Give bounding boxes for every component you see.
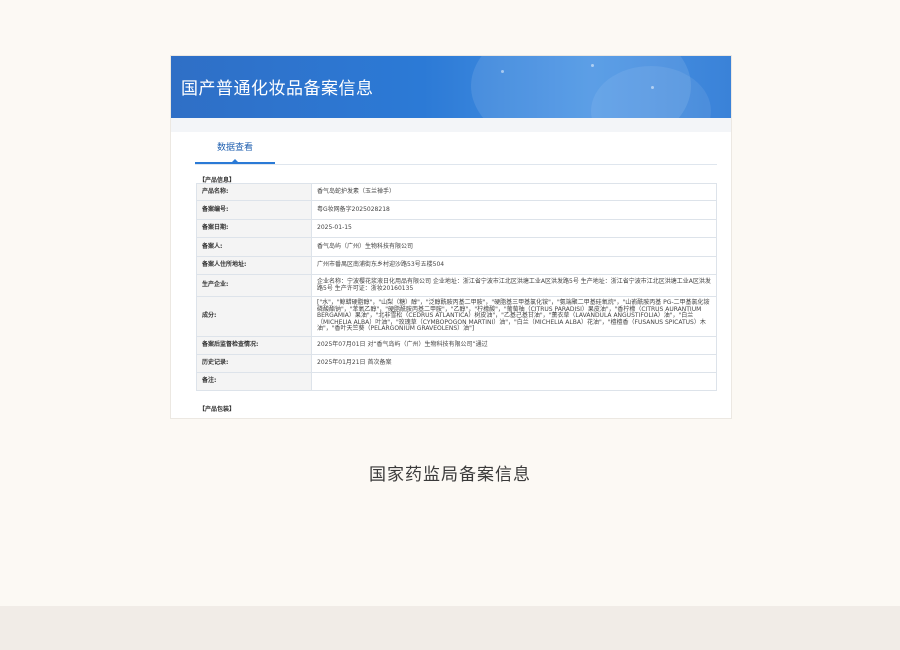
table-row: 成分: ["水"，"鲸蜡硬脂醇"，"山梨（糖）醇"，"泛醇酰胺丙基二甲胺"，"硬… [196, 296, 717, 337]
table-row: 产品名称: 香气岛蛇护发素（玉兰禅手） [196, 183, 717, 201]
row-label: 备案后监督检查情况: [196, 336, 312, 355]
row-label: 备案日期: [196, 219, 312, 238]
screenshot-panel: 国产普通化妆品备案信息 数据查看 【产品信息】 产品名称: 香气岛蛇护发素（玉兰… [171, 56, 731, 418]
image-caption: 国家药监局备案信息 [369, 465, 531, 485]
table-row: 备案后监督检查情况: 2025年07月01日 对“香气岛屿（广州）生物科技有限公… [196, 336, 717, 355]
row-value [311, 372, 717, 391]
content-area: 数据查看 【产品信息】 产品名称: 香气岛蛇护发素（玉兰禅手） 备案编号: 粤G… [181, 132, 731, 418]
row-value: 2025-01-15 [311, 219, 717, 238]
table-row: 备案编号: 粤G妆网备字2025028218 [196, 200, 717, 220]
table-row: 生产企业: 企业名称：宁波樱花浆液日化用品有限公司 企业地址：浙江省宁波市江北区… [196, 274, 717, 297]
row-value: 粤G妆网备字2025028218 [311, 200, 717, 220]
row-label: 备案人: [196, 237, 312, 257]
table-row: 历史记录: 2025年01月21日 首次备案 [196, 354, 717, 373]
tab-active-indicator [231, 159, 239, 163]
section-heading-product-packaging: 【产品包装】 [199, 406, 236, 413]
row-value: 企业名称：宁波樱花浆液日化用品有限公司 企业地址：浙江省宁波市江北区洪塘工业A区… [311, 274, 717, 297]
row-value: 2025年01月21日 首次备案 [311, 354, 717, 373]
table-row: 备注: [196, 372, 717, 391]
tab-bar: 数据查看 [195, 132, 717, 165]
row-label: 备注: [196, 372, 312, 391]
page-title: 国产普通化妆品备案信息 [181, 79, 374, 99]
header-banner: 国产普通化妆品备案信息 [171, 56, 731, 118]
row-label: 历史记录: [196, 354, 312, 373]
row-value: 香气岛屿（广州）生物科技有限公司 [311, 237, 717, 257]
row-label: 生产企业: [196, 274, 312, 297]
table-row: 备案人住所地址: 广州市番禺区南浦街东乡村迎沙路53号五楼504 [196, 256, 717, 275]
row-value: 香气岛蛇护发素（玉兰禅手） [311, 183, 717, 201]
divider [171, 118, 731, 132]
row-value: 2025年07月01日 对“香气岛屿（广州）生物科技有限公司”通过 [311, 336, 717, 355]
table-row: 备案日期: 2025-01-15 [196, 219, 717, 238]
row-label: 备案编号: [196, 200, 312, 220]
banner-dot [591, 64, 594, 67]
row-label: 成分: [196, 296, 312, 337]
table-row: 备案人: 香气岛屿（广州）生物科技有限公司 [196, 237, 717, 257]
banner-dot [651, 86, 654, 89]
banner-dot [501, 70, 504, 73]
row-value: ["水"，"鲸蜡硬脂醇"，"山梨（糖）醇"，"泛醇酰胺丙基二甲胺"，"硬脂基三甲… [311, 296, 717, 337]
row-value: 广州市番禺区南浦街东乡村迎沙路53号五楼504 [311, 256, 717, 275]
bottom-band [0, 606, 900, 650]
row-label: 产品名称: [196, 183, 312, 201]
row-label: 备案人住所地址: [196, 256, 312, 275]
info-table: 产品名称: 香气岛蛇护发素（玉兰禅手） 备案编号: 粤G妆网备字20250282… [196, 183, 717, 391]
